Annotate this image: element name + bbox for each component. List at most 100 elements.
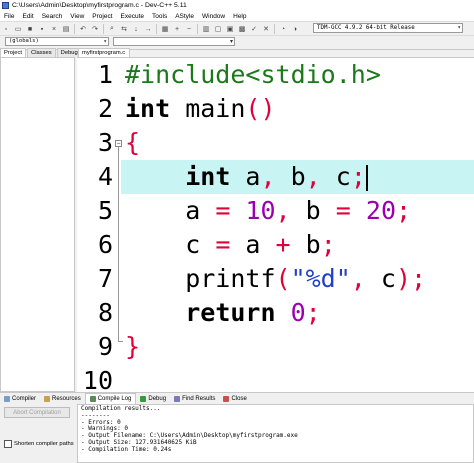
line-number: 2	[97, 94, 113, 123]
toolbar-divider	[274, 24, 275, 34]
tab-compile-log[interactable]: Compile Log	[84, 393, 137, 404]
tab-label: Close	[231, 395, 247, 402]
fold-guide-end	[118, 341, 123, 342]
log-line: - Compilation Time: 0.24s	[81, 445, 172, 453]
tab-label: Resources	[52, 395, 81, 402]
undo-icon[interactable]: ↶	[78, 24, 88, 34]
find-next-icon[interactable]: ↓	[131, 24, 141, 34]
save-icon[interactable]: ■	[25, 24, 35, 34]
tab-label: Compiler	[12, 395, 37, 402]
line-number: 6	[97, 230, 113, 259]
find-icon[interactable]: ⌕	[107, 24, 117, 34]
tab-label: Debug	[148, 395, 167, 402]
run-icon[interactable]: ▢	[213, 24, 223, 34]
delete-profile-icon[interactable]: ◑	[290, 24, 300, 34]
menu-edit[interactable]: Edit	[18, 13, 37, 20]
menu-tools[interactable]: Tools	[148, 13, 171, 20]
compile-run-icon[interactable]: ▣	[225, 24, 235, 34]
log-line: Compilation results...	[81, 405, 161, 412]
rebuild-icon[interactable]: ▩	[237, 24, 247, 34]
tab-resources[interactable]: Resources	[40, 394, 85, 404]
compile-log[interactable]: Compilation results... -------- - Errors…	[77, 404, 474, 463]
tab-debug-bottom[interactable]: Debug	[136, 394, 170, 404]
open-folder-icon[interactable]: ▭	[13, 24, 23, 34]
compile-log-icon	[89, 396, 96, 402]
line-number: 9	[97, 332, 113, 361]
scope-select-value: (globals)	[9, 38, 39, 44]
tab-close[interactable]: Close	[219, 394, 250, 404]
chevron-down-icon: ▾	[103, 38, 107, 45]
code-line: c = a + b;	[125, 230, 336, 259]
code-line: int main()	[125, 94, 276, 123]
find-results-icon	[174, 395, 181, 402]
menu-window[interactable]: Window	[198, 13, 229, 20]
window-title: C:\Users\Admin\Desktop\myfirstprogram.c …	[12, 2, 187, 9]
project-panel[interactable]	[0, 57, 75, 392]
stop-icon[interactable]: ✕	[261, 24, 271, 34]
log-line: - Errors: 0	[81, 418, 121, 426]
tab-myfirstprogram[interactable]: myfirstprogram.c	[78, 48, 130, 57]
shorten-paths-option[interactable]: Shorten compiler paths	[4, 440, 74, 448]
profile-icon[interactable]: ◔	[278, 24, 288, 34]
tab-project[interactable]: Project	[0, 48, 27, 57]
toolbar-divider	[197, 24, 198, 34]
scope-select[interactable]: (globals) ▾	[5, 37, 109, 46]
add-file-icon[interactable]: +	[172, 24, 182, 34]
new-project-icon[interactable]: ▦	[160, 24, 170, 34]
save-all-icon[interactable]: ▪	[37, 24, 47, 34]
fold-guide-line	[118, 147, 119, 341]
new-file-icon[interactable]: ▫	[1, 24, 11, 34]
menu-bar: File Edit Search View Project Execute To…	[0, 11, 474, 21]
tab-compiler[interactable]: Compiler	[0, 394, 40, 404]
print-icon[interactable]: ▤	[61, 24, 71, 34]
tab-label: Compile Log	[97, 396, 132, 402]
text-cursor	[365, 165, 368, 191]
code-line: printf("%d", c);	[125, 264, 427, 293]
tab-label: Find Results	[182, 395, 216, 402]
line-number: 8	[97, 298, 113, 327]
line-number: 1	[97, 60, 113, 89]
compiler-icon	[4, 395, 10, 402]
function-select[interactable]: ▾	[113, 37, 235, 46]
devcpp-app-icon	[2, 2, 9, 9]
toolbar-divider	[103, 24, 104, 34]
close-file-icon[interactable]: ×	[49, 24, 59, 34]
code-line: return 0;	[185, 298, 321, 327]
debug-icon[interactable]: ✓	[249, 24, 259, 34]
compiler-select[interactable]: TDM-GCC 4.9.2 64-bit Release ▾	[313, 23, 463, 33]
code-editor[interactable]: − 1 2 3 4 5 6 7 8 9 10 #include<stdio.h>…	[77, 57, 474, 395]
code-line: {	[125, 128, 141, 157]
redo-icon[interactable]: ↷	[90, 24, 100, 34]
line-number: 5	[97, 196, 113, 225]
compiler-controls: Abort Compilation Shorten compiler paths	[0, 403, 75, 463]
menu-search[interactable]: Search	[38, 13, 67, 20]
toolbar-divider	[156, 24, 157, 34]
fold-collapse-icon[interactable]: −	[115, 140, 122, 147]
code-line: }	[125, 332, 141, 361]
tab-classes[interactable]: Classes	[27, 48, 56, 57]
toolbar-divider	[74, 24, 75, 34]
line-number: 4	[97, 162, 113, 191]
shorten-paths-label: Shorten compiler paths	[14, 441, 74, 447]
code-line: #include<stdio.h>	[125, 60, 381, 89]
chevron-down-icon: ▾	[229, 39, 233, 45]
compile-icon[interactable]: ▥	[201, 24, 211, 34]
code-line: a = 10, b = 20;	[125, 196, 412, 225]
debug-check-icon	[140, 395, 147, 402]
resources-icon	[44, 395, 51, 402]
menu-astyle[interactable]: AStyle	[171, 13, 198, 20]
goto-line-icon[interactable]: →	[143, 24, 153, 34]
tab-find-results[interactable]: Find Results	[170, 394, 219, 404]
line-number: 7	[97, 264, 113, 293]
menu-file[interactable]: File	[0, 13, 18, 20]
line-number: 3	[97, 128, 113, 157]
menu-view[interactable]: View	[66, 13, 88, 20]
menu-project[interactable]: Project	[88, 13, 116, 20]
replace-icon[interactable]: ⇆	[119, 24, 129, 34]
shorten-paths-checkbox[interactable]	[4, 440, 12, 448]
menu-execute[interactable]: Execute	[117, 13, 149, 20]
abort-compilation-button[interactable]: Abort Compilation	[4, 407, 70, 418]
chevron-down-icon: ▾	[457, 24, 461, 31]
remove-file-icon[interactable]: −	[184, 24, 194, 34]
menu-help[interactable]: Help	[229, 13, 250, 20]
